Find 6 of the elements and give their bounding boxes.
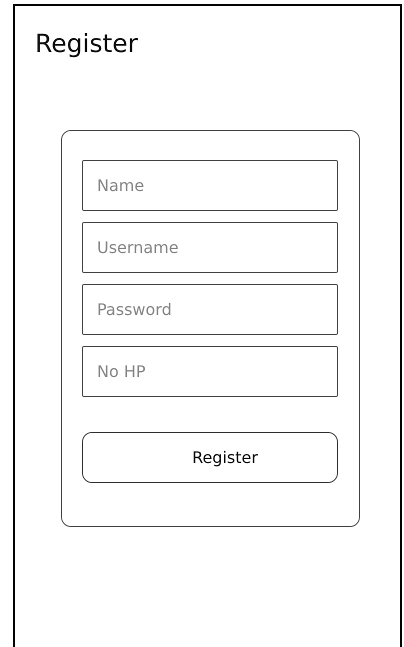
input-field[interactable]: Name — [82, 160, 338, 211]
page-title: Register — [35, 28, 139, 60]
input-field[interactable]: No HP — [82, 346, 338, 397]
input-field[interactable]: Username — [82, 222, 338, 273]
input-field[interactable]: Password — [82, 284, 338, 335]
register-button[interactable]: Register — [82, 432, 338, 483]
